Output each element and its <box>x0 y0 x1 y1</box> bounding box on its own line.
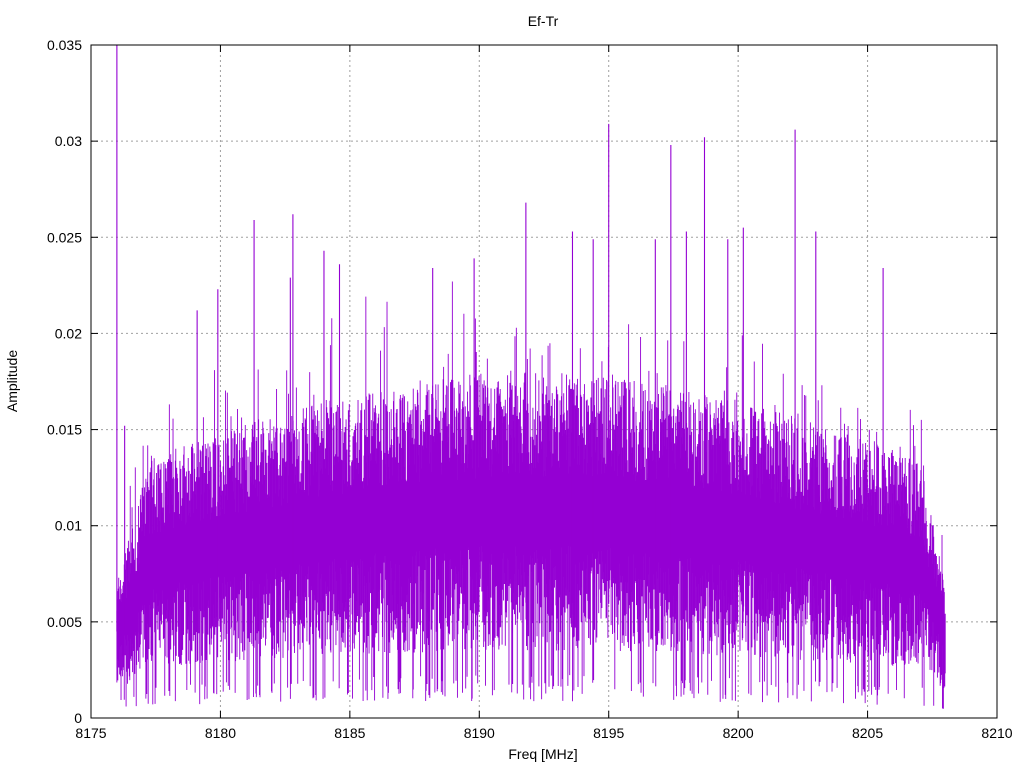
y-tick-label: 0.005 <box>47 614 82 630</box>
series-layer <box>116 45 946 709</box>
x-axis-label: Freq [MHz] <box>508 746 577 762</box>
y-tick-label: 0.01 <box>55 518 82 534</box>
amplitude-chart: 8175 8180 8185 8190 8195 8200 8205 8210 00.0050… <box>4 13 1013 762</box>
series-band <box>116 281 946 709</box>
y-tick-label: 0.035 <box>47 37 82 53</box>
y-tick-label: 0.02 <box>55 325 82 341</box>
y-tick-label: 0.03 <box>55 133 82 149</box>
x-tick-label: 8210 <box>981 725 1012 741</box>
chart-title: Ef-Tr <box>528 13 559 29</box>
x-tick-labels: 8175 8180 8185 8190 8195 8200 8205 8210 <box>75 725 1012 741</box>
y-tick-labels: 0 0.005 0.01 0.015 0.02 0.025 0.03 0.035 <box>47 37 82 726</box>
x-tick-label: 8190 <box>464 725 495 741</box>
x-tick-label: 8185 <box>334 725 365 741</box>
x-tick-label: 8205 <box>852 725 883 741</box>
x-tick-label: 8175 <box>75 725 106 741</box>
y-tick-label: 0.025 <box>47 229 82 245</box>
y-tick-label: 0.015 <box>47 422 82 438</box>
x-tick-label: 8195 <box>593 725 624 741</box>
y-tick-label: 0 <box>74 710 82 726</box>
x-tick-label: 8180 <box>205 725 236 741</box>
x-tick-label: 8200 <box>723 725 754 741</box>
y-axis-label: Amplitude <box>4 350 20 412</box>
